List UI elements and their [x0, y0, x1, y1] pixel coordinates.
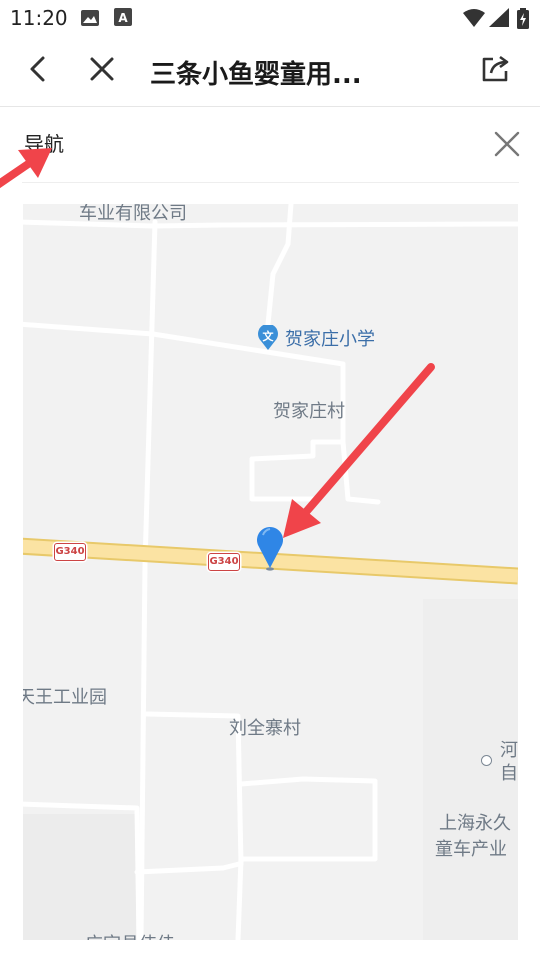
svg-text:文: 文 — [263, 329, 275, 343]
navigation-panel-header: 导航 — [0, 106, 540, 184]
close-icon — [486, 131, 528, 169]
status-bar: 11:20 A — [0, 0, 540, 36]
divider — [22, 182, 519, 183]
image-icon — [80, 8, 100, 32]
road-shield: G340 — [208, 553, 240, 571]
map-label-company: 车业有限公司 — [79, 204, 187, 224]
back-icon — [26, 55, 50, 87]
map-label-partial: 广宗县伟佳 — [85, 930, 175, 940]
share-button[interactable] — [472, 36, 520, 106]
school-poi-icon: 文 — [257, 323, 279, 351]
share-icon — [481, 55, 511, 87]
map-label-industrial-park: 天王工业园 — [23, 687, 107, 708]
map-label-company: 上海永久 — [439, 813, 511, 834]
nav-bar: 三条小鱼婴童用... — [0, 36, 540, 107]
signal-icon — [488, 8, 510, 32]
wifi-icon — [462, 8, 486, 32]
map-label-partial: 自 — [500, 763, 518, 784]
map-poi-school: 贺家庄小学 — [285, 329, 375, 350]
panel-title: 导航 — [24, 132, 64, 156]
status-time: 11:20 — [10, 6, 68, 30]
battery-icon — [516, 8, 530, 34]
map-view[interactable]: 车业有限公司 文 贺家庄小学 贺家庄村 G340 G340 天王工业园 刘全寨村… — [23, 204, 518, 940]
close-button[interactable] — [78, 36, 126, 106]
page-title: 三条小鱼婴童用... — [150, 60, 362, 90]
poi-dot-icon — [481, 755, 492, 766]
close-icon — [89, 56, 115, 86]
location-pin-icon[interactable] — [255, 523, 285, 571]
map-label-village: 刘全寨村 — [229, 718, 301, 739]
map-label-village: 贺家庄村 — [273, 401, 345, 422]
svg-text:A: A — [118, 11, 128, 25]
map-label-company: 童车产业 — [435, 839, 507, 860]
text-a-icon: A — [114, 8, 132, 30]
road-shield: G340 — [54, 543, 86, 561]
panel-close-button[interactable] — [486, 123, 528, 165]
back-button[interactable] — [14, 36, 62, 106]
